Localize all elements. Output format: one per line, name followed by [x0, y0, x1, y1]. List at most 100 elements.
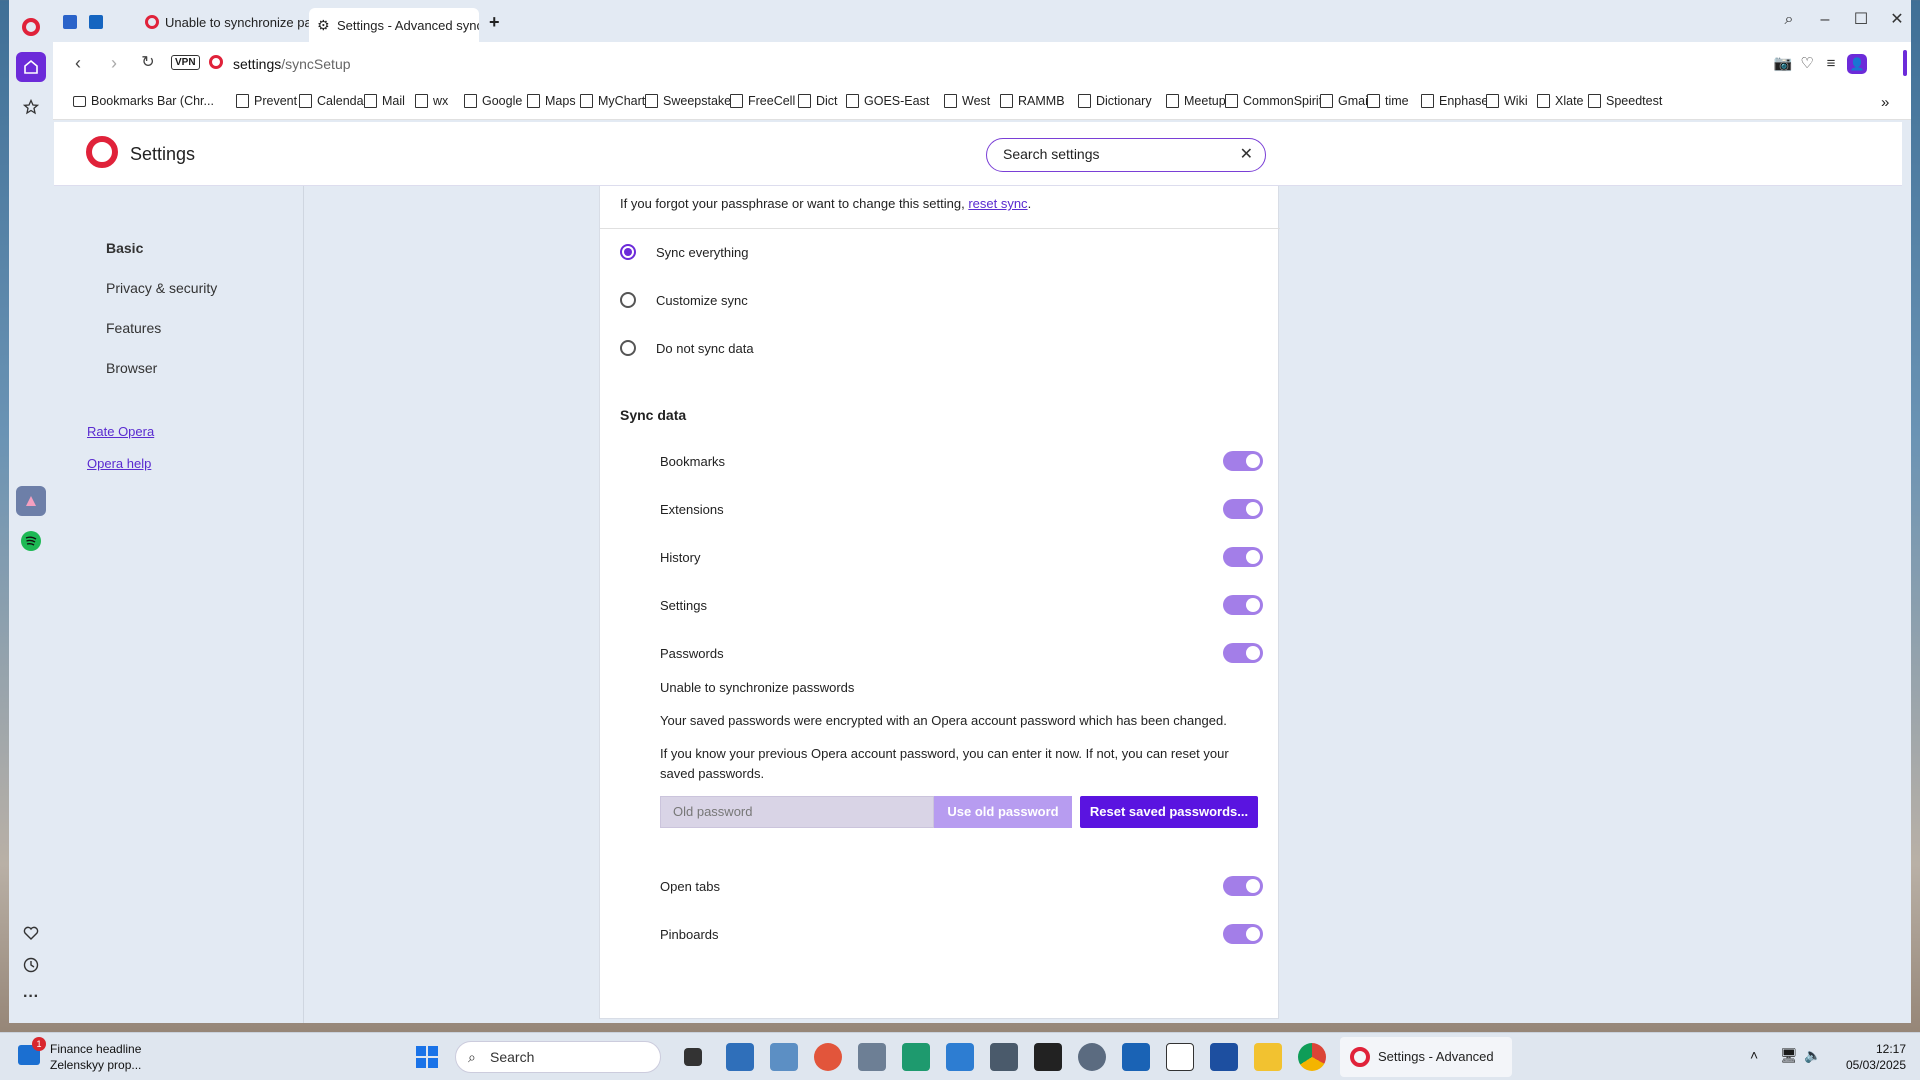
- favorites-button[interactable]: [16, 918, 46, 948]
- new-tab-button[interactable]: +: [481, 8, 509, 36]
- nav-item-privacy-security[interactable]: Privacy & security: [106, 280, 217, 296]
- start-button[interactable]: [416, 1046, 438, 1068]
- vpn-badge[interactable]: VPN: [171, 55, 200, 70]
- bookmark-item[interactable]: Enphase: [1421, 94, 1488, 108]
- bookmark-item[interactable]: Google: [464, 94, 522, 108]
- toggle-passwords[interactable]: [1223, 643, 1263, 663]
- rate-opera-link[interactable]: Rate Opera: [87, 424, 154, 439]
- bookmark-item[interactable]: time: [1367, 94, 1409, 108]
- taskbar-settings-app[interactable]: [1078, 1043, 1106, 1071]
- pinned-tab-1[interactable]: [63, 8, 85, 36]
- taskbar-app-13[interactable]: [1210, 1043, 1238, 1071]
- taskbar-notepad-app[interactable]: [1166, 1043, 1194, 1071]
- bookmark-item[interactable]: Calendar: [299, 94, 368, 108]
- radio-sync-everything[interactable]: [620, 244, 636, 260]
- address-bar[interactable]: settings/syncSetup: [233, 56, 351, 72]
- outlook-icon: [89, 15, 103, 29]
- toggle-bookmarks[interactable]: [1223, 451, 1263, 471]
- heart-outline-icon: ♡: [1800, 55, 1814, 72]
- bookmark-item[interactable]: Wiki: [1486, 94, 1528, 108]
- toggle-open-tabs[interactable]: [1223, 876, 1263, 896]
- taskbar-file-explorer[interactable]: [1254, 1043, 1282, 1071]
- bookmark-item[interactable]: Bookmarks Bar (Chr...: [73, 94, 214, 108]
- taskbar-app-6[interactable]: [902, 1043, 930, 1071]
- snapshot-button[interactable]: 📷: [1773, 54, 1793, 74]
- bookmark-item[interactable]: Sweepstakes: [645, 94, 737, 108]
- bookmark-item[interactable]: wx: [415, 94, 448, 108]
- volume-button[interactable]: 🔈: [1804, 1047, 1821, 1064]
- taskbar-app-8[interactable]: [990, 1043, 1018, 1071]
- back-button[interactable]: ‹: [67, 52, 89, 74]
- tab-search-button[interactable]: ⌕: [1779, 10, 1799, 30]
- sync-item-open-tabs: Open tabs: [660, 879, 720, 894]
- taskbar-search[interactable]: ⌕ Search: [455, 1041, 661, 1073]
- reset-saved-passwords-button[interactable]: Reset saved passwords...: [1080, 796, 1258, 828]
- taskbar-clock[interactable]: 12:17 05/03/2025: [1846, 1041, 1906, 1073]
- reload-button[interactable]: ↻: [137, 52, 159, 74]
- clear-search-icon[interactable]: ✕: [1240, 139, 1253, 170]
- network-button[interactable]: 🖥: [1780, 1047, 1798, 1064]
- bookmark-item[interactable]: Mail: [364, 94, 405, 108]
- close-window-button[interactable]: ✕: [1887, 10, 1907, 30]
- taskbar-opera-active[interactable]: Settings - Advanced syr: [1340, 1037, 1512, 1077]
- taskbar-app-9[interactable]: [1034, 1043, 1062, 1071]
- more-button[interactable]: ···: [16, 982, 46, 1012]
- use-old-password-button[interactable]: Use old password: [934, 796, 1072, 828]
- spotify-button[interactable]: [16, 526, 46, 556]
- bookmark-item[interactable]: GOES-East: [846, 94, 929, 108]
- speed-dial-button[interactable]: [16, 92, 46, 122]
- maximize-button[interactable]: ☐: [1851, 10, 1871, 30]
- my-flow-button[interactable]: ♡: [1797, 54, 1817, 74]
- taskbar-app-2[interactable]: [726, 1043, 754, 1071]
- radio-do-not-sync[interactable]: [620, 340, 636, 356]
- history-button[interactable]: [16, 950, 46, 980]
- radio-customize-sync[interactable]: [620, 292, 636, 308]
- reset-sync-link[interactable]: reset sync: [968, 196, 1027, 211]
- bookmark-label: Gmail: [1338, 94, 1371, 108]
- forward-button[interactable]: ›: [103, 52, 125, 74]
- sidebar-toggle[interactable]: [1903, 50, 1907, 76]
- easy-setup-button[interactable]: ≡: [1821, 54, 1841, 74]
- bookmark-item[interactable]: West: [944, 94, 990, 108]
- tab-settings-sync[interactable]: ⚙ Settings - Advanced sync: [309, 8, 479, 42]
- bookmarks-overflow-button[interactable]: »: [1881, 94, 1889, 111]
- taskbar-app-5[interactable]: [858, 1043, 886, 1071]
- sync-item-extensions: Extensions: [660, 502, 724, 517]
- toggle-pinboards[interactable]: [1223, 924, 1263, 944]
- bookmark-item[interactable]: Speedtest: [1588, 94, 1662, 108]
- toggle-history[interactable]: [1223, 547, 1263, 567]
- home-button[interactable]: [16, 52, 46, 82]
- profile-button[interactable]: 👤: [1847, 54, 1867, 74]
- nav-item-browser[interactable]: Browser: [106, 360, 157, 376]
- bookmark-item[interactable]: Dict: [798, 94, 838, 108]
- toggle-settings[interactable]: [1223, 595, 1263, 615]
- bookmark-item[interactable]: Gmail: [1320, 94, 1371, 108]
- taskbar-app-7[interactable]: [946, 1043, 974, 1071]
- bookmark-item[interactable]: FreeCell: [730, 94, 795, 108]
- bookmark-item[interactable]: RAMMB: [1000, 94, 1065, 108]
- nav-item-features[interactable]: Features: [106, 320, 161, 336]
- nav-item-basic[interactable]: Basic: [106, 240, 143, 256]
- bookmark-item[interactable]: Xlate: [1537, 94, 1584, 108]
- bookmark-item[interactable]: Dictionary: [1078, 94, 1152, 108]
- old-password-input[interactable]: Old password: [660, 796, 934, 828]
- bookmark-item[interactable]: Maps: [527, 94, 576, 108]
- tray-expand-button[interactable]: ˄: [1750, 1047, 1758, 1063]
- sidebar-app-button[interactable]: [16, 486, 46, 516]
- minimize-button[interactable]: –: [1815, 10, 1835, 30]
- taskbar-app-4[interactable]: [814, 1043, 842, 1071]
- opera-menu-button[interactable]: [16, 12, 46, 42]
- news-widget[interactable]: Finance headline Zelenskyy prop...: [50, 1041, 141, 1073]
- bookmark-item[interactable]: Meetup: [1166, 94, 1226, 108]
- opera-help-link[interactable]: Opera help: [87, 456, 151, 471]
- search-settings-input[interactable]: Search settings ✕: [986, 138, 1266, 172]
- pinned-tab-outlook[interactable]: [89, 8, 111, 36]
- taskbar-app-3[interactable]: [770, 1043, 798, 1071]
- taskbar-chrome[interactable]: [1298, 1043, 1326, 1071]
- bookmark-item[interactable]: Prevent: [236, 94, 297, 108]
- toggle-extensions[interactable]: [1223, 499, 1263, 519]
- taskbar-app-1[interactable]: [684, 1048, 702, 1066]
- bookmark-item[interactable]: MyChart: [580, 94, 645, 108]
- taskbar-app-11[interactable]: [1122, 1043, 1150, 1071]
- bookmark-item[interactable]: CommonSpirit: [1225, 94, 1322, 108]
